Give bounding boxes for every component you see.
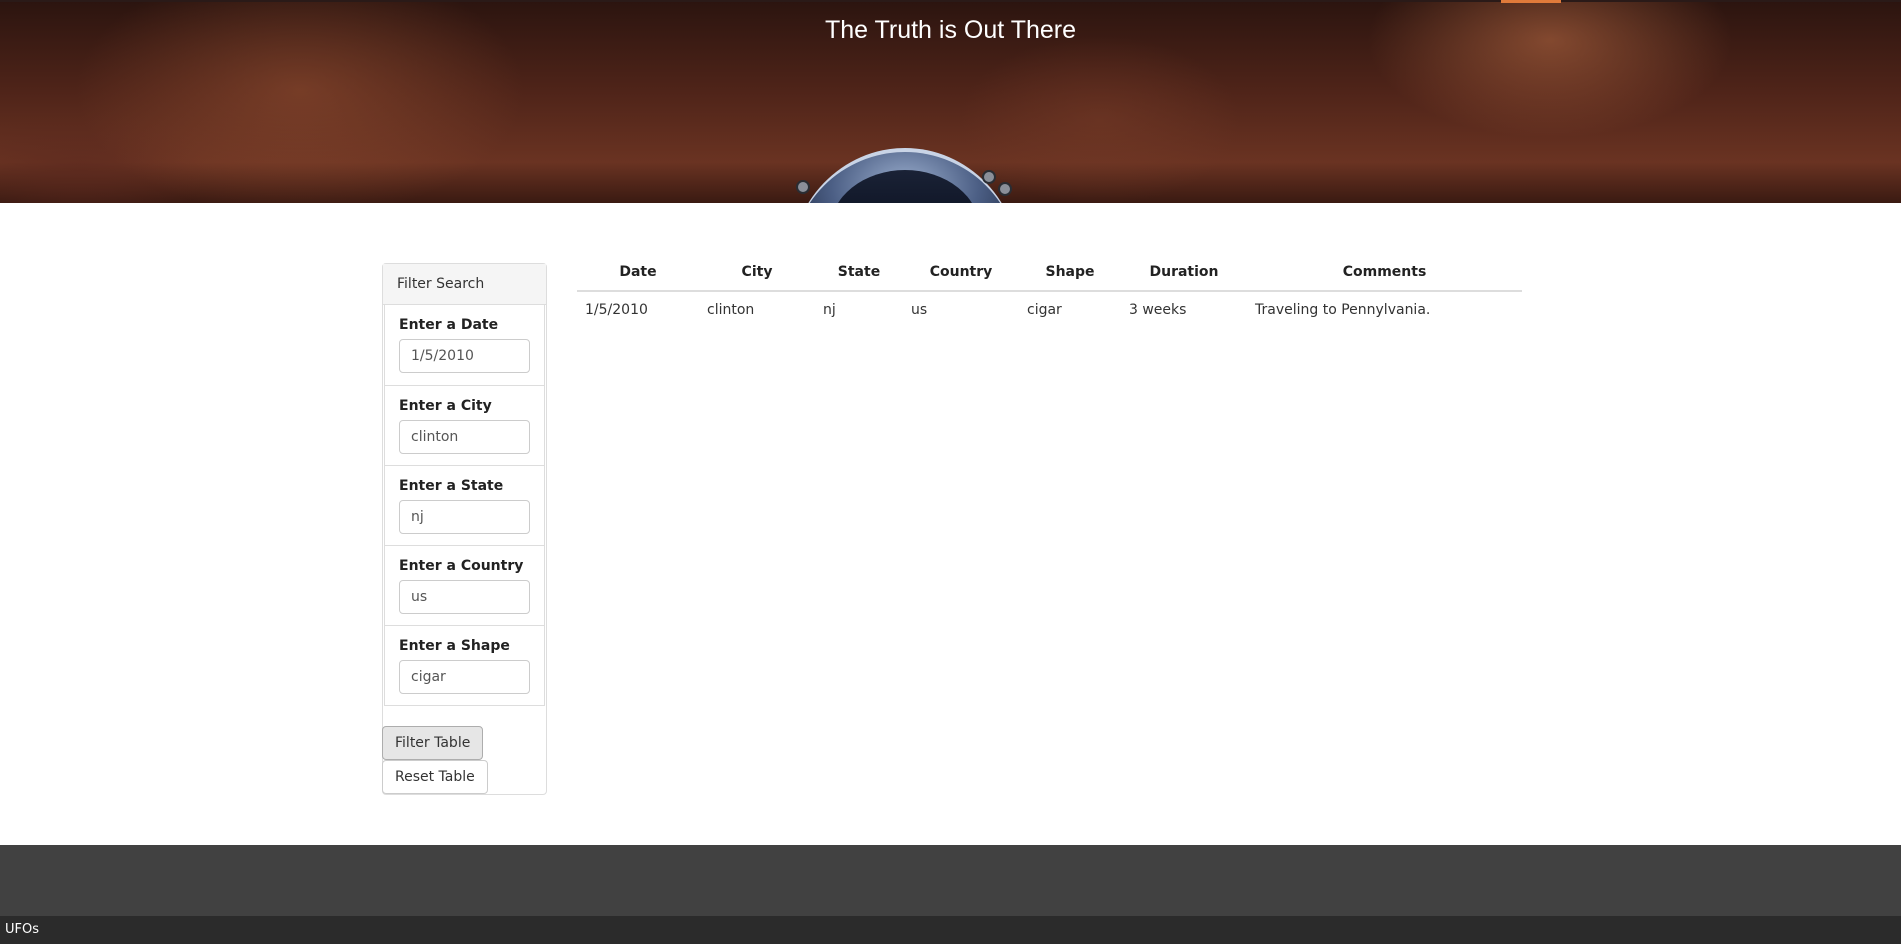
filter-panel-heading: Filter Search — [383, 264, 546, 305]
column-header-city: City — [699, 254, 815, 292]
filter-item-date: Enter a Date — [385, 305, 544, 385]
hero-banner: The Truth is Out There — [0, 0, 1901, 203]
cell-shape: cigar — [1027, 302, 1062, 318]
state-input[interactable] — [399, 500, 530, 534]
page-title: The Truth is Out There — [824, 16, 1077, 44]
helmet-bolt — [796, 180, 810, 194]
cell-date: 1/5/2010 — [585, 302, 648, 318]
cell-country: us — [911, 302, 928, 318]
filter-item-city: Enter a City — [385, 385, 544, 465]
cell-state: nj — [823, 302, 836, 318]
cell-duration: 3 weeks — [1129, 302, 1187, 318]
column-header-state: State — [815, 254, 903, 292]
city-input[interactable] — [399, 420, 530, 454]
state-label: Enter a State — [399, 478, 504, 494]
helmet-bolt — [998, 182, 1012, 196]
cell-city: clinton — [707, 302, 755, 318]
table-header-row: Date City State Country Shape Duration C… — [577, 254, 1522, 292]
bottom-bar: UFOs — [0, 916, 1901, 944]
bottom-bar-label: UFOs — [5, 922, 39, 937]
shape-input[interactable] — [399, 660, 530, 694]
footer — [0, 845, 1901, 916]
hero-top-line — [0, 0, 1901, 2]
reset-table-button[interactable]: Reset Table — [382, 760, 488, 794]
city-label: Enter a City — [399, 398, 492, 414]
column-header-comments: Comments — [1247, 254, 1522, 292]
filter-list: Enter a Date Enter a City Enter a State … — [384, 305, 545, 706]
date-label: Enter a Date — [399, 317, 499, 333]
column-header-duration: Duration — [1121, 254, 1247, 292]
filter-item-state: Enter a State — [385, 465, 544, 545]
filter-item-shape: Enter a Shape — [385, 625, 544, 705]
filter-panel: Filter Search Enter a Date Enter a City … — [382, 263, 547, 795]
cell-comments: Traveling to Pennylvania. — [1255, 302, 1431, 318]
column-header-date: Date — [577, 254, 699, 292]
date-input[interactable] — [399, 339, 530, 373]
filter-item-country: Enter a Country — [385, 545, 544, 625]
country-label: Enter a Country — [399, 558, 524, 574]
helmet-bolt — [982, 170, 996, 184]
table-row: 1/5/2010 clinton nj us cigar 3 weeks Tra… — [577, 291, 1522, 328]
filter-table-button[interactable]: Filter Table — [382, 726, 484, 760]
country-input[interactable] — [399, 580, 530, 614]
column-header-country: Country — [903, 254, 1019, 292]
shape-label: Enter a Shape — [399, 638, 510, 654]
column-header-shape: Shape — [1019, 254, 1121, 292]
hero-glow — [1501, 0, 1561, 3]
ufo-table: Date City State Country Shape Duration C… — [577, 254, 1522, 328]
